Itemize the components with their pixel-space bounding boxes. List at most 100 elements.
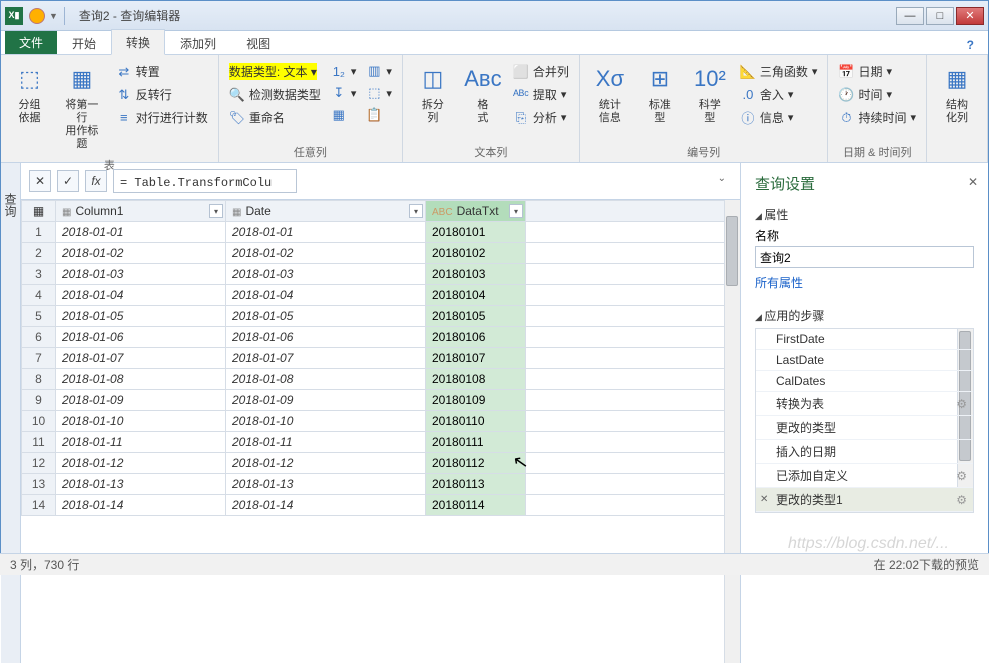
step-item[interactable]: LastDate <box>756 350 973 371</box>
cell[interactable]: 2018-01-06 <box>56 327 226 348</box>
split-column-button[interactable]: ◫拆分列 <box>411 59 455 129</box>
table-row[interactable]: 3 2018-01-03 2018-01-03 20180103 <box>22 264 740 285</box>
standard-button[interactable]: ⊞标准型 <box>638 59 682 129</box>
formula-input[interactable] <box>113 169 297 193</box>
count-rows-button[interactable]: ≡对行进行计数 <box>114 107 210 128</box>
row-number[interactable]: 10 <box>22 411 56 432</box>
cell[interactable]: 20180112 <box>426 453 526 474</box>
first-row-header-button[interactable]: ▦将第一行用作标题 <box>56 59 108 155</box>
move-button[interactable]: ⬚▾ <box>364 83 394 103</box>
table-row[interactable]: 4 2018-01-04 2018-01-04 20180104 <box>22 285 740 306</box>
unpivot-button[interactable]: ▥▾ <box>364 61 394 81</box>
row-number[interactable]: 5 <box>22 306 56 327</box>
format-button[interactable]: Aʙᴄ格式 <box>461 59 505 129</box>
cell[interactable]: 2018-01-03 <box>226 264 426 285</box>
reverse-rows-button[interactable]: ⇅反转行 <box>114 84 210 105</box>
rename-button[interactable]: 🏷重命名 <box>227 107 323 128</box>
row-number[interactable]: 8 <box>22 369 56 390</box>
cell[interactable]: 2018-01-14 <box>226 495 426 516</box>
tab-home[interactable]: 开始 <box>57 30 111 55</box>
row-number[interactable]: 3 <box>22 264 56 285</box>
cell[interactable]: 2018-01-01 <box>56 222 226 243</box>
cell[interactable]: 2018-01-13 <box>226 474 426 495</box>
cell[interactable]: 2018-01-07 <box>226 348 426 369</box>
date-button[interactable]: 📅日期▾ <box>836 61 918 82</box>
rounding-button[interactable]: .0舍入▾ <box>738 84 820 105</box>
gear-icon[interactable]: ⚙ <box>956 469 967 483</box>
row-number[interactable]: 2 <box>22 243 56 264</box>
tab-transform[interactable]: 转换 <box>111 29 165 55</box>
fx-icon[interactable]: fx <box>85 170 107 192</box>
cell[interactable]: 2018-01-03 <box>56 264 226 285</box>
groupby-button[interactable]: ⬚分组依据 <box>9 59 50 129</box>
pivot-button[interactable]: ▦ <box>329 105 359 125</box>
table-row[interactable]: 11 2018-01-11 2018-01-11 20180111 <box>22 432 740 453</box>
tab-view[interactable]: 视图 <box>231 30 285 55</box>
cell[interactable]: 2018-01-12 <box>56 453 226 474</box>
cell[interactable]: 2018-01-08 <box>56 369 226 390</box>
cell[interactable]: 2018-01-09 <box>56 390 226 411</box>
cell[interactable]: 2018-01-05 <box>56 306 226 327</box>
table-row[interactable]: 12 2018-01-12 2018-01-12 20180112 <box>22 453 740 474</box>
row-number[interactable]: 11 <box>22 432 56 453</box>
table-row[interactable]: 5 2018-01-05 2018-01-05 20180105 <box>22 306 740 327</box>
row-number[interactable]: 13 <box>22 474 56 495</box>
cell[interactable]: 2018-01-13 <box>56 474 226 495</box>
all-properties-link[interactable]: 所有属性 <box>755 274 803 291</box>
cell[interactable]: 20180114 <box>426 495 526 516</box>
row-number[interactable]: 12 <box>22 453 56 474</box>
cell[interactable]: 20180106 <box>426 327 526 348</box>
table-row[interactable]: 10 2018-01-10 2018-01-10 20180110 <box>22 411 740 432</box>
cell[interactable]: 20180110 <box>426 411 526 432</box>
merge-columns-button[interactable]: ⬜合并列 <box>511 61 571 82</box>
filter-icon[interactable]: ▾ <box>509 204 523 218</box>
cell[interactable]: 2018-01-02 <box>226 243 426 264</box>
trig-button[interactable]: 📐三角函数▾ <box>738 61 820 82</box>
col-header-date[interactable]: ▦Date▾ <box>226 201 426 222</box>
fill-button[interactable]: ↧▾ <box>329 83 359 103</box>
step-item[interactable]: FirstDate <box>756 329 973 350</box>
cell[interactable]: 2018-01-06 <box>226 327 426 348</box>
gear-icon[interactable]: ⚙ <box>956 493 967 507</box>
step-item[interactable]: 更改的类型 <box>756 416 973 440</box>
transpose-button[interactable]: ⇄转置 <box>114 61 210 82</box>
cell[interactable]: 20180111 <box>426 432 526 453</box>
duration-button[interactable]: ⏱持续时间▾ <box>836 107 918 128</box>
cell[interactable]: 2018-01-02 <box>56 243 226 264</box>
table-row[interactable]: 1 2018-01-01 2018-01-01 20180101 <box>22 222 740 243</box>
cell[interactable]: 20180113 <box>426 474 526 495</box>
extract-button[interactable]: ᴬᴮᶜ提取▾ <box>511 84 571 105</box>
corner-cell[interactable]: ▦ <box>22 201 56 222</box>
cell[interactable]: 2018-01-07 <box>56 348 226 369</box>
minimize-button[interactable]: — <box>896 7 924 25</box>
cell[interactable]: 2018-01-09 <box>226 390 426 411</box>
step-item[interactable]: 已添加自定义⚙ <box>756 464 973 488</box>
cell[interactable]: 20180105 <box>426 306 526 327</box>
cell[interactable]: 2018-01-14 <box>56 495 226 516</box>
cell[interactable]: 20180107 <box>426 348 526 369</box>
data-grid[interactable]: ▦ ▦Column1▾ ▦Date▾ ABCDataTxt▾ 1 2018-01… <box>21 199 740 663</box>
cell[interactable]: 2018-01-11 <box>226 432 426 453</box>
cell[interactable]: 2018-01-01 <box>226 222 426 243</box>
cell[interactable]: 2018-01-05 <box>226 306 426 327</box>
close-pane-button[interactable]: ✕ <box>968 175 978 189</box>
step-item[interactable]: CalDates <box>756 371 973 392</box>
smiley-icon[interactable] <box>29 8 45 24</box>
section-steps[interactable]: 应用的步骤 <box>755 307 974 324</box>
col-header-datatxt[interactable]: ABCDataTxt▾ <box>426 201 526 222</box>
convert-button[interactable]: 📋 <box>364 105 394 125</box>
detect-datatype-button[interactable]: 🔍检测数据类型 <box>227 84 323 105</box>
query-name-input[interactable] <box>755 246 974 268</box>
step-item[interactable]: 转换为表⚙ <box>756 392 973 416</box>
cell[interactable]: 20180102 <box>426 243 526 264</box>
statistics-button[interactable]: Χσ统计信息 <box>588 59 632 129</box>
accept-fx-button[interactable]: ✓ <box>57 170 79 192</box>
step-item[interactable]: 插入的日期 <box>756 440 973 464</box>
cell[interactable]: 2018-01-08 <box>226 369 426 390</box>
vertical-scrollbar[interactable] <box>724 200 740 663</box>
cell[interactable]: 2018-01-04 <box>56 285 226 306</box>
row-number[interactable]: 6 <box>22 327 56 348</box>
datatype-dropdown[interactable]: 数据类型: 文本 ▾ <box>227 61 323 82</box>
row-number[interactable]: 4 <box>22 285 56 306</box>
step-item[interactable]: 更改的类型1⚙ <box>756 488 973 512</box>
